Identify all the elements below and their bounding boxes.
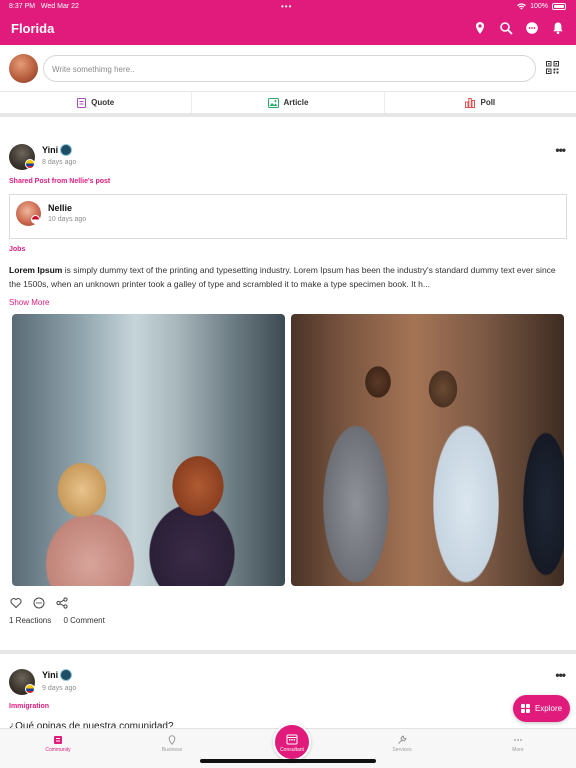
poll-icon [465, 97, 476, 108]
quote-icon [77, 97, 87, 108]
shared-time: 10 days ago [48, 216, 87, 223]
nav-more[interactable]: More [488, 735, 548, 753]
post-actions [10, 596, 68, 609]
tab-article[interactable]: Article [192, 92, 385, 113]
tab-article-label: Article [283, 98, 309, 107]
chat-icon[interactable] [525, 21, 539, 35]
calendar-icon [286, 733, 298, 745]
consultant-button[interactable]: Consultant [273, 723, 311, 761]
nav-community[interactable]: Community [28, 735, 88, 753]
verified-badge-icon [60, 669, 72, 681]
tab-quote[interactable]: Quote [0, 92, 193, 113]
more-options-icon[interactable]: ••• [555, 143, 566, 157]
nav-business-label: Business [161, 747, 183, 753]
post-body-text: is simply dummy text of the printing and… [9, 265, 556, 289]
post-image[interactable] [291, 314, 564, 586]
post-category[interactable]: Jobs [9, 246, 25, 253]
nav-more-label: More [512, 747, 524, 753]
nav-services[interactable]: Services [372, 735, 432, 753]
explore-label: Explore [534, 704, 563, 713]
nav-community-label: Community [45, 747, 71, 753]
grid-icon [520, 704, 530, 713]
comment-icon[interactable] [33, 596, 45, 609]
article-icon [267, 97, 279, 108]
divider [0, 650, 576, 654]
location-icon[interactable] [473, 21, 487, 35]
shared-author[interactable]: Nellie [48, 203, 72, 213]
show-more-link[interactable]: Show More [9, 298, 49, 307]
nav-business[interactable]: Business [142, 735, 202, 753]
flag-icon [31, 215, 40, 224]
shared-post-card[interactable]: Nellie 10 days ago [9, 194, 567, 239]
flag-icon [25, 159, 35, 169]
avatar[interactable] [9, 54, 38, 83]
verified-badge-icon [60, 144, 72, 156]
more-options-icon[interactable]: ••• [555, 668, 566, 682]
multitask-dots-icon[interactable]: ••• [281, 2, 292, 11]
post-time: 9 days ago [42, 685, 77, 692]
post-image[interactable] [12, 314, 285, 586]
header-actions [473, 21, 565, 35]
post-body: Lorem Ipsum is simply dummy text of the … [9, 263, 565, 291]
post-stats: 1 Reactions 0 Comment [9, 616, 105, 625]
nav-services-label: Services [392, 747, 412, 753]
tab-quote-label: Quote [91, 98, 115, 107]
post-type-tabs: Quote Article Poll [0, 91, 576, 117]
status-bar: 8:37 PM Wed Mar 22 ••• 100% [0, 0, 576, 13]
search-icon[interactable] [499, 21, 513, 35]
post-category[interactable]: Immigration [9, 703, 49, 710]
post-author[interactable]: Yini [42, 145, 58, 155]
home-indicator [200, 759, 376, 763]
location-pin-icon [167, 735, 177, 746]
app-header: 8:37 PM Wed Mar 22 ••• 100% Florida [0, 0, 576, 45]
qr-code-icon[interactable] [546, 61, 559, 74]
tab-poll-label: Poll [480, 98, 496, 107]
community-icon [53, 735, 63, 745]
explore-button[interactable]: Explore [513, 695, 570, 722]
post-author[interactable]: Yini [42, 670, 58, 680]
comments-count[interactable]: 0 Comment [63, 616, 104, 625]
battery-percent: 100% [530, 3, 548, 10]
wifi-icon [517, 3, 526, 10]
status-right: 100% [517, 3, 566, 10]
post-body-bold: Lorem Ipsum [9, 265, 63, 275]
page-title: Florida [11, 21, 55, 36]
more-dots-icon [513, 735, 523, 745]
share-icon[interactable] [56, 596, 68, 609]
bell-icon[interactable] [551, 21, 565, 35]
status-time: 8:37 PM Wed Mar 22 [9, 3, 79, 10]
shared-post-link[interactable]: Shared Post from Nellie's post [9, 178, 110, 185]
wrench-icon [397, 735, 407, 745]
post-composer: Write somethimg here.. [0, 53, 576, 84]
tab-poll[interactable]: Poll [385, 92, 576, 113]
write-something-input[interactable]: Write somethimg here.. [43, 55, 536, 82]
flag-icon [25, 684, 35, 694]
heart-icon[interactable] [10, 596, 22, 609]
reactions-count[interactable]: 1 Reactions [9, 616, 51, 625]
consultant-label: Consultant [280, 747, 304, 753]
post-time: 8 days ago [42, 159, 77, 166]
battery-icon [552, 3, 566, 10]
